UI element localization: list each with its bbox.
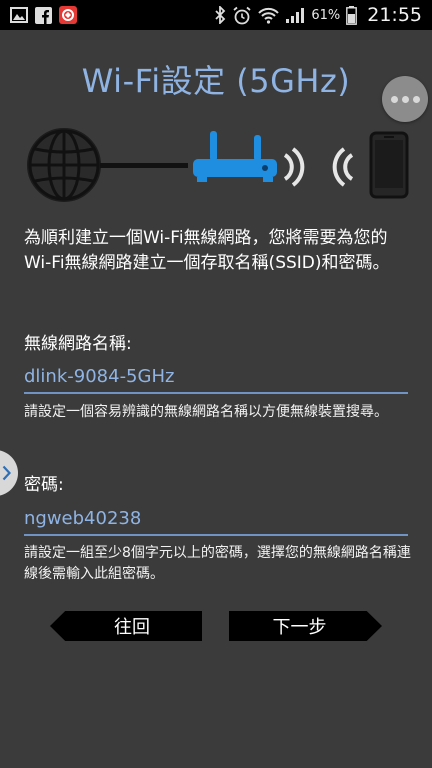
password-input[interactable]: ngweb40238 bbox=[24, 506, 408, 536]
bluetooth-icon bbox=[214, 6, 226, 24]
globe-icon bbox=[27, 128, 101, 202]
password-hint: 請設定一組至少8個字元以上的密碼，選擇您的無線網路名稱連線後需輸入此組密碼。 bbox=[24, 545, 411, 582]
next-button-label: 下一步 bbox=[272, 617, 327, 638]
password-label: 密碼: bbox=[24, 475, 64, 495]
ssid-hint: 請設定一個容易辨識的無線網路名稱以方便無線裝置搜尋。 bbox=[24, 404, 388, 420]
status-bar: 61% 21:55 bbox=[0, 0, 432, 30]
dot bbox=[390, 95, 398, 103]
dot bbox=[412, 95, 420, 103]
wifi-waves-icon bbox=[283, 147, 305, 187]
router-icon bbox=[193, 131, 277, 182]
connection-line bbox=[100, 163, 188, 168]
page-title: Wi-Fi設定 (5GHz) bbox=[81, 62, 351, 100]
screen: 61% 21:55 Wi-Fi設定 (5GHz) 為順利建立一個Wi-Fi無線網… bbox=[0, 0, 432, 768]
back-button-label: 往回 bbox=[114, 617, 150, 638]
ssid-input[interactable]: dlink-9084-5GHz bbox=[24, 364, 408, 394]
back-button[interactable]: 往回 bbox=[50, 611, 202, 641]
clock: 21:55 bbox=[367, 4, 422, 26]
more-options-button[interactable] bbox=[382, 76, 428, 122]
wifi-icon bbox=[258, 7, 280, 24]
chevron-right-icon bbox=[2, 465, 11, 481]
network-diagram bbox=[0, 125, 432, 205]
next-button[interactable]: 下一步 bbox=[229, 611, 382, 641]
side-drawer-handle[interactable] bbox=[0, 450, 18, 496]
phone-waves-icon bbox=[332, 147, 354, 187]
phone-icon bbox=[369, 131, 409, 199]
battery-percent: 61% bbox=[311, 7, 341, 23]
dot bbox=[401, 95, 409, 103]
ssid-label: 無線網路名稱: bbox=[24, 334, 132, 354]
intro-text: 為順利建立一個Wi-Fi無線網路，您將需要為您的Wi-Fi無線網路建立一個存取名… bbox=[24, 228, 390, 273]
gallery-icon bbox=[10, 7, 28, 23]
app-icon bbox=[59, 6, 77, 24]
signal-icon bbox=[285, 7, 305, 24]
battery-icon bbox=[346, 5, 358, 25]
alarm-icon bbox=[232, 6, 252, 25]
facebook-icon bbox=[35, 6, 52, 24]
